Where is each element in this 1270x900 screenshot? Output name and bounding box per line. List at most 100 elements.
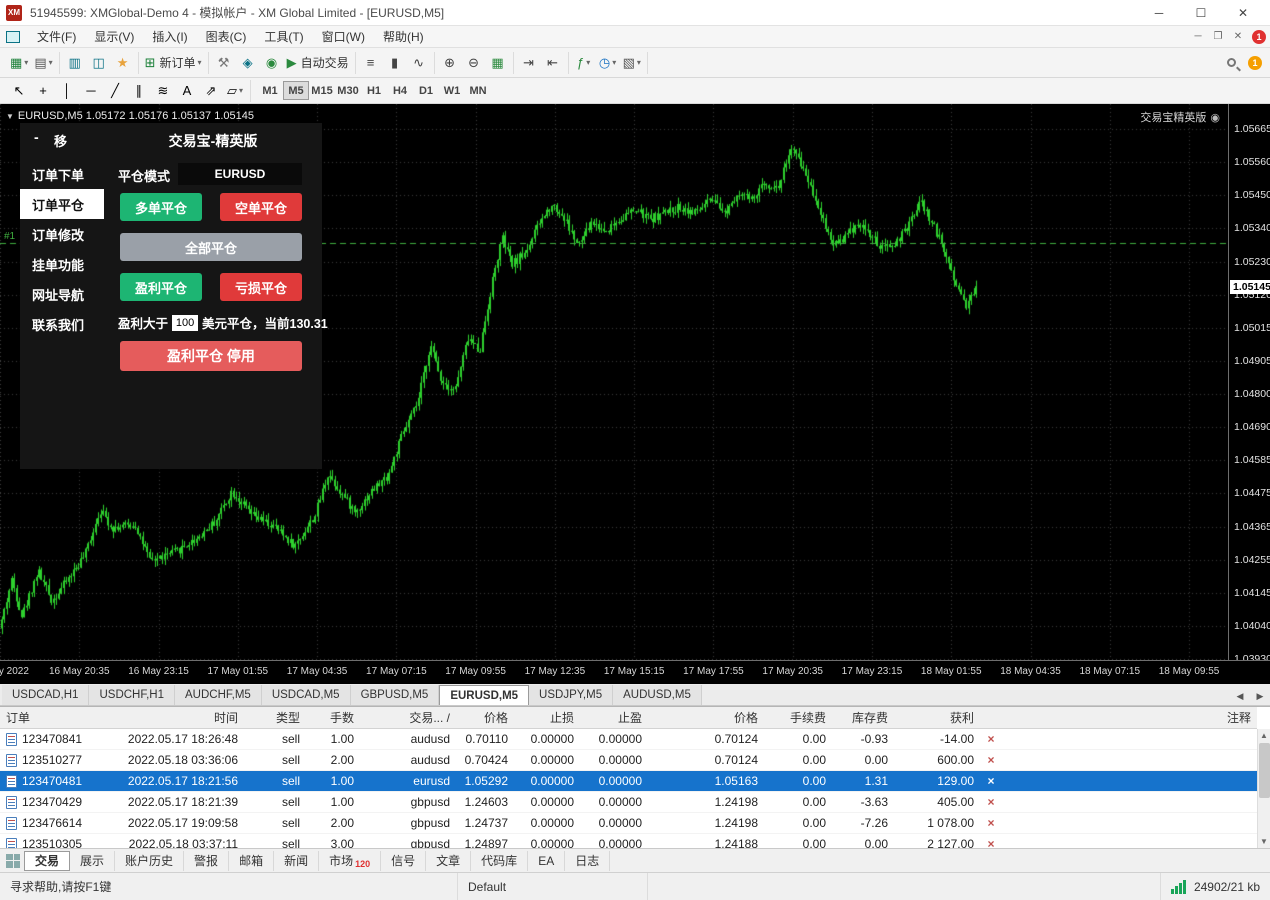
search-icon[interactable] — [1227, 58, 1236, 67]
close-order-button[interactable]: × — [987, 732, 994, 746]
menu-item-插入I[interactable]: 插入(I) — [143, 26, 196, 47]
strategy-tester-button[interactable]: ⚒ — [212, 52, 236, 74]
chart-tab-AUDCHF,M5[interactable]: AUDCHF,M5 — [175, 685, 262, 705]
shapes-tool[interactable]: ▱▾ — [223, 80, 247, 102]
scroll-down-icon[interactable]: ▼ — [1258, 835, 1270, 848]
bottom-tab-日志[interactable]: 日志 — [565, 851, 610, 871]
indicators-button[interactable]: ƒ▾ — [572, 52, 596, 74]
table-row[interactable]: 1234704292022.05.17 18:21:39sell1.00gbpu… — [0, 792, 1257, 813]
child-close-button[interactable]: ✕ — [1228, 29, 1248, 45]
terminal-nav-icon[interactable] — [6, 854, 20, 868]
indicators-button-dropdown-icon[interactable]: ▾ — [586, 58, 590, 67]
close-profit-button[interactable]: 盈利平仓 — [120, 273, 202, 301]
close-loss-button[interactable]: 亏损平仓 — [220, 273, 302, 301]
timeframe-H4[interactable]: H4 — [387, 81, 413, 100]
column-header-symbol[interactable]: 交易... / — [360, 707, 456, 728]
maximize-button[interactable]: ☐ — [1180, 1, 1222, 25]
timeframe-MN[interactable]: MN — [465, 81, 491, 100]
bottom-tab-代码库[interactable]: 代码库 — [471, 851, 528, 871]
close-order-button[interactable]: × — [987, 837, 994, 848]
vertical-line-tool[interactable]: │ — [55, 80, 79, 102]
menu-item-文件F[interactable]: 文件(F) — [28, 26, 85, 47]
bottom-tab-EA[interactable]: EA — [528, 851, 565, 871]
menu-item-工具T[interactable]: 工具(T) — [255, 26, 312, 47]
close-button[interactable]: ✕ — [1222, 1, 1264, 25]
menu-item-图表C[interactable]: 图表(C) — [197, 26, 256, 47]
profiles-button-dropdown-icon[interactable]: ▾ — [49, 58, 53, 67]
channel-tool[interactable]: ∥ — [127, 80, 151, 102]
chart-tab-EURUSD,M5[interactable]: EURUSD,M5 — [439, 685, 529, 705]
timeframe-M30[interactable]: M30 — [335, 81, 361, 100]
table-row[interactable]: 1234708412022.05.17 18:26:48sell1.00audu… — [0, 729, 1257, 750]
chart-tab-USDCAD,M5[interactable]: USDCAD,M5 — [262, 685, 351, 705]
time-axis[interactable]: 16 May 202216 May 20:3516 May 23:1517 Ma… — [0, 660, 1270, 684]
close-order-button[interactable]: × — [987, 753, 994, 767]
menu-item-显示V[interactable]: 显示(V) — [85, 26, 143, 47]
profiles-button[interactable]: ▤▾ — [31, 52, 55, 74]
periods-button[interactable]: ◷▾ — [596, 52, 620, 74]
notification-badge[interactable]: 1 — [1252, 30, 1266, 44]
timeframe-M5[interactable]: M5 — [283, 81, 309, 100]
timeframe-M1[interactable]: M1 — [257, 81, 283, 100]
column-header-price2[interactable]: 价格 — [648, 707, 764, 728]
scroll-up-icon[interactable]: ▲ — [1258, 729, 1270, 742]
zoom-in-button[interactable]: ⊕ — [438, 52, 462, 74]
close-short-button[interactable]: 空单平仓 — [220, 193, 302, 221]
cursor-tool[interactable]: ↖ — [7, 80, 31, 102]
column-header-comment[interactable]: 注释 — [1002, 707, 1257, 728]
tabs-scroll-left-icon[interactable]: ◀ — [1230, 687, 1250, 705]
column-header-order[interactable]: 订单 — [0, 707, 112, 728]
bottom-tab-警报[interactable]: 警报 — [184, 851, 229, 871]
toolbar-notification-badge[interactable]: 1 — [1248, 56, 1262, 70]
terminal-scrollbar[interactable]: ▲ ▼ — [1257, 729, 1270, 848]
market-watch-button[interactable]: ▥ — [63, 52, 87, 74]
chart-area[interactable]: ▼EURUSD,M5 1.05172 1.05176 1.05137 1.051… — [0, 104, 1270, 684]
column-header-sl[interactable]: 止损 — [514, 707, 580, 728]
scrollbar-thumb[interactable] — [1259, 743, 1270, 798]
column-header-time[interactable]: 时间 — [112, 707, 244, 728]
ea-menu-item-订单平仓[interactable]: 订单平仓 — [20, 189, 104, 219]
profit-threshold-input[interactable] — [172, 315, 198, 331]
ea-menu-item-订单下单[interactable]: 订单下单 — [20, 159, 104, 189]
column-header-swap[interactable]: 库存费 — [832, 707, 894, 728]
timeframe-W1[interactable]: W1 — [439, 81, 465, 100]
horizontal-line-tool[interactable]: ─ — [79, 80, 103, 102]
bottom-tab-信号[interactable]: 信号 — [381, 851, 426, 871]
templates-button[interactable]: ▧▾ — [620, 52, 644, 74]
new-order-button-dropdown-icon[interactable]: ▾ — [198, 58, 202, 67]
chart-tab-GBPUSD,M5[interactable]: GBPUSD,M5 — [351, 685, 440, 705]
auto-scroll-button[interactable]: ⇥ — [517, 52, 541, 74]
candlestick-chart-button[interactable]: ▮ — [383, 52, 407, 74]
trendline-tool[interactable]: ╱ — [103, 80, 127, 102]
menu-item-帮助H[interactable]: 帮助(H) — [374, 26, 433, 47]
mql5-community-button[interactable]: ◉ — [260, 52, 284, 74]
bottom-tab-交易[interactable]: 交易 — [24, 851, 70, 871]
ea-move-handle[interactable]: 移 — [54, 131, 67, 150]
chart-shift-button[interactable]: ⇤ — [541, 52, 565, 74]
column-header-commission[interactable]: 手续费 — [764, 707, 832, 728]
tile-windows-button[interactable]: ▦ — [486, 52, 510, 74]
new-chart-button[interactable]: ▦▾ — [7, 52, 31, 74]
templates-button-dropdown-icon[interactable]: ▾ — [637, 58, 641, 67]
timeframe-H1[interactable]: H1 — [361, 81, 387, 100]
new-chart-button-dropdown-icon[interactable]: ▾ — [24, 58, 28, 67]
child-minimize-button[interactable]: ─ — [1188, 29, 1208, 45]
line-chart-button[interactable]: ∿ — [407, 52, 431, 74]
column-header-type[interactable]: 类型 — [244, 707, 306, 728]
table-row[interactable]: 1235103052022.05.18 03:37:11sell3.00gbpu… — [0, 834, 1257, 848]
close-order-button[interactable]: × — [987, 816, 994, 830]
table-row[interactable]: 1234766142022.05.17 19:09:58sell2.00gbpu… — [0, 813, 1257, 834]
column-header-tp[interactable]: 止盈 — [580, 707, 648, 728]
profile-name[interactable]: Default — [458, 873, 648, 900]
bottom-tab-市场[interactable]: 市场120 — [319, 851, 381, 871]
minimize-button[interactable]: ─ — [1138, 1, 1180, 25]
bottom-tab-账户历史[interactable]: 账户历史 — [115, 851, 184, 871]
ea-symbol-display[interactable]: EURUSD — [178, 163, 302, 185]
bottom-tab-文章[interactable]: 文章 — [426, 851, 471, 871]
tabs-scroll-right-icon[interactable]: ▶ — [1250, 687, 1270, 705]
data-window-button[interactable]: ◫ — [87, 52, 111, 74]
chart-tab-USDJPY,M5[interactable]: USDJPY,M5 — [529, 685, 613, 705]
column-header-profit[interactable]: 获利 — [894, 707, 980, 728]
ea-menu-item-联系我们[interactable]: 联系我们 — [20, 309, 104, 339]
price-scale[interactable]: 1.056651.055601.054501.053401.052301.051… — [1228, 104, 1270, 660]
